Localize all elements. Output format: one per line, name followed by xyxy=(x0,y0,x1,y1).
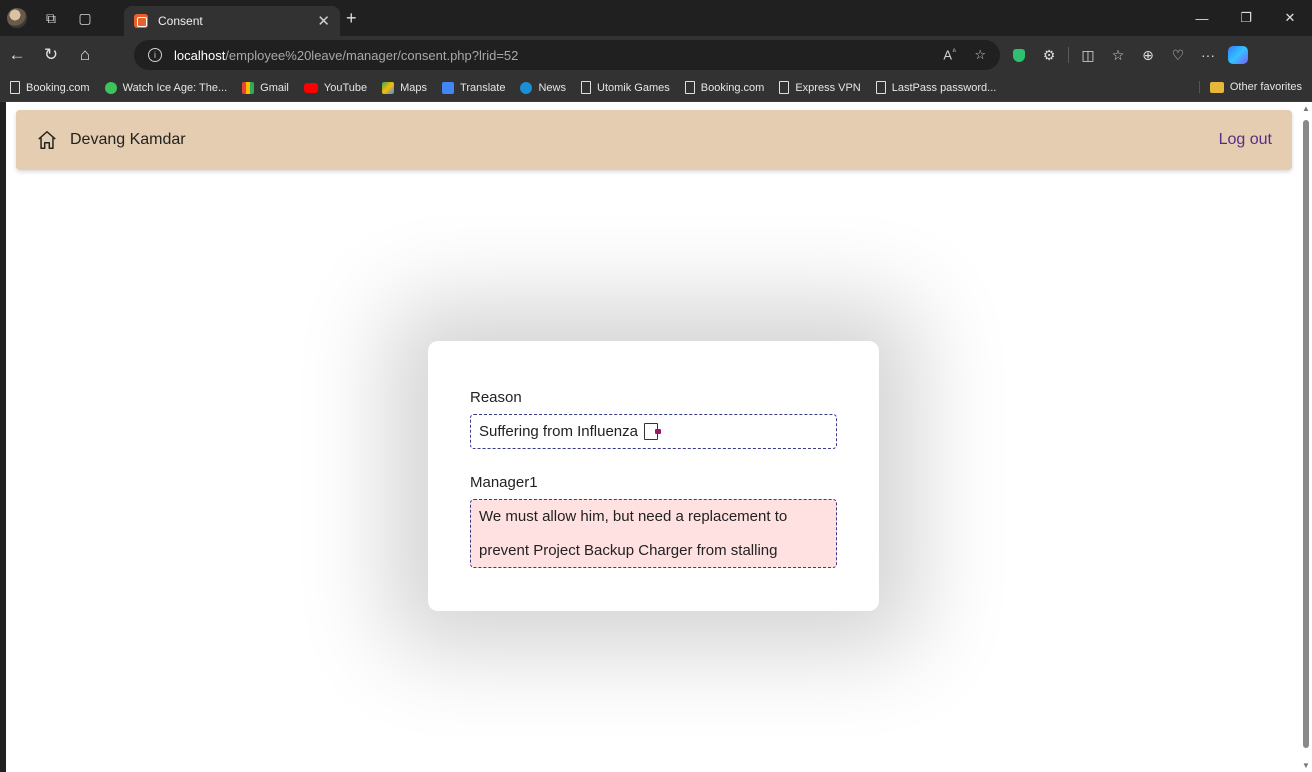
reason-field[interactable]: Suffering from Influenza xyxy=(470,414,837,449)
bookmark-label: News xyxy=(538,81,566,94)
bookmark-watch-ice-age[interactable]: Watch Ice Age: The... xyxy=(104,81,228,94)
gmail-icon xyxy=(242,81,255,94)
manager-comment-field[interactable]: We must allow him, but need a replacemen… xyxy=(470,499,837,568)
home-button-icon[interactable]: ⌂ xyxy=(68,39,102,71)
split-screen-icon[interactable]: ◫ xyxy=(1073,40,1103,70)
home-icon[interactable] xyxy=(36,129,58,151)
close-window-icon[interactable]: ✕ xyxy=(1268,0,1312,36)
bookmark-gmail[interactable]: Gmail xyxy=(242,81,289,94)
avatar xyxy=(7,8,27,28)
logout-link[interactable]: Log out xyxy=(1219,131,1272,149)
site-info-icon[interactable]: i xyxy=(148,48,162,62)
bookmark-utomik-games[interactable]: Utomik Games xyxy=(581,81,670,94)
back-icon[interactable]: ← xyxy=(0,39,34,71)
bookmarks-bar: Booking.com Watch Ice Age: The... Gmail … xyxy=(0,74,1312,102)
url-path: /employee%20leave/manager/consent.php?lr… xyxy=(225,47,519,63)
xampp-favicon-icon xyxy=(134,14,148,28)
other-favorites-label: Other favorites xyxy=(1229,81,1302,93)
refresh-icon[interactable]: ↻ xyxy=(34,39,68,71)
vpn-shield-icon[interactable] xyxy=(1004,40,1034,70)
bookmark-label: Translate xyxy=(460,81,506,94)
page-icon xyxy=(581,81,591,94)
bookmark-label: Gmail xyxy=(260,81,289,94)
bookmark-booking-2[interactable]: Booking.com xyxy=(684,81,765,94)
profile-avatar[interactable] xyxy=(0,0,34,36)
window-controls: — ❐ ✕ xyxy=(1180,0,1312,36)
tab-consent[interactable]: Consent ✕ xyxy=(124,6,340,36)
browser-essentials-icon[interactable]: ♡ xyxy=(1163,40,1193,70)
bookmark-label: YouTube xyxy=(323,81,368,94)
bookmark-booking[interactable]: Booking.com xyxy=(10,81,90,94)
collections-icon[interactable]: ⊕ xyxy=(1133,40,1163,70)
bookmark-news[interactable]: News xyxy=(520,81,566,94)
page-icon xyxy=(875,81,886,94)
close-tab-icon[interactable]: ✕ xyxy=(317,12,330,30)
manager-label: Manager1 xyxy=(470,474,538,491)
consent-card: Reason Suffering from Influenza Manager1… xyxy=(428,341,879,611)
read-aloud-icon[interactable]: Aᐞ xyxy=(943,47,956,63)
bookmark-label: Booking.com xyxy=(700,81,765,94)
address-bar[interactable]: i localhost/employee%20leave/manager/con… xyxy=(134,40,1000,70)
scroll-up-icon[interactable]: ▲ xyxy=(1302,104,1310,113)
youtube-icon xyxy=(303,82,318,93)
user-name: Devang Kamdar xyxy=(70,131,186,148)
reason-label: Reason xyxy=(470,389,522,406)
page-icon xyxy=(10,81,20,94)
bookmark-express-vpn[interactable]: Express VPN xyxy=(779,81,861,94)
copilot-icon[interactable] xyxy=(1223,40,1253,70)
folder-icon xyxy=(1209,81,1224,93)
minimize-icon[interactable]: — xyxy=(1180,0,1224,36)
toolbar-right: ⚙ ◫ ☆ ⊕ ♡ ··· xyxy=(1004,36,1253,74)
toolbar-divider xyxy=(1068,47,1069,63)
tab-title: Consent xyxy=(158,14,203,28)
bookmark-maps[interactable]: Maps xyxy=(382,81,428,94)
news-icon xyxy=(520,81,533,94)
page-header: Devang Kamdar Log out xyxy=(16,110,1292,170)
document-icon[interactable] xyxy=(643,423,661,440)
maps-icon xyxy=(382,81,395,94)
page-icon xyxy=(779,81,790,94)
url-host: localhost xyxy=(174,47,226,63)
more-menu-icon[interactable]: ··· xyxy=(1193,40,1223,70)
bookmark-youtube[interactable]: YouTube xyxy=(303,81,368,94)
bookmark-lastpass[interactable]: LastPass password... xyxy=(875,81,997,94)
page-icon xyxy=(684,81,695,94)
favorite-star-icon[interactable]: ☆ xyxy=(974,47,986,63)
bookmark-label: Maps xyxy=(400,81,428,94)
bookmark-label: Watch Ice Age: The... xyxy=(122,81,228,94)
play-icon xyxy=(104,81,117,94)
reason-value: Suffering from Influenza xyxy=(479,423,638,440)
translate-icon xyxy=(442,81,455,94)
scroll-down-icon[interactable]: ▼ xyxy=(1302,761,1310,770)
bookmark-label: Utomik Games xyxy=(597,81,670,94)
workspaces-icon[interactable]: ⧉ xyxy=(34,0,68,36)
page-viewport: Devang Kamdar Log out Reason Suffering f… xyxy=(6,102,1312,772)
browser-tab-bar: ⧉ ▢ Consent ✕ + — ❐ ✕ xyxy=(0,0,1312,36)
bookmark-label: Booking.com xyxy=(26,81,90,94)
page-scrollbar[interactable]: ▲ ▼ xyxy=(1300,102,1312,772)
new-tab-icon[interactable]: + xyxy=(346,8,357,29)
tab-actions-icon[interactable]: ▢ xyxy=(68,0,102,36)
bookmark-label: LastPass password... xyxy=(891,81,997,94)
bookmark-translate[interactable]: Translate xyxy=(442,81,506,94)
restore-icon[interactable]: ❐ xyxy=(1224,0,1268,36)
scroll-thumb[interactable] xyxy=(1303,120,1309,748)
extensions-icon[interactable]: ⚙ xyxy=(1034,40,1064,70)
bookmark-label: Express VPN xyxy=(795,81,861,94)
other-favorites[interactable]: Other favorites xyxy=(1198,81,1302,93)
navigation-bar: ← ↻ ⌂ i localhost/employee%20leave/manag… xyxy=(0,36,1312,74)
favorites-icon[interactable]: ☆ xyxy=(1103,40,1133,70)
